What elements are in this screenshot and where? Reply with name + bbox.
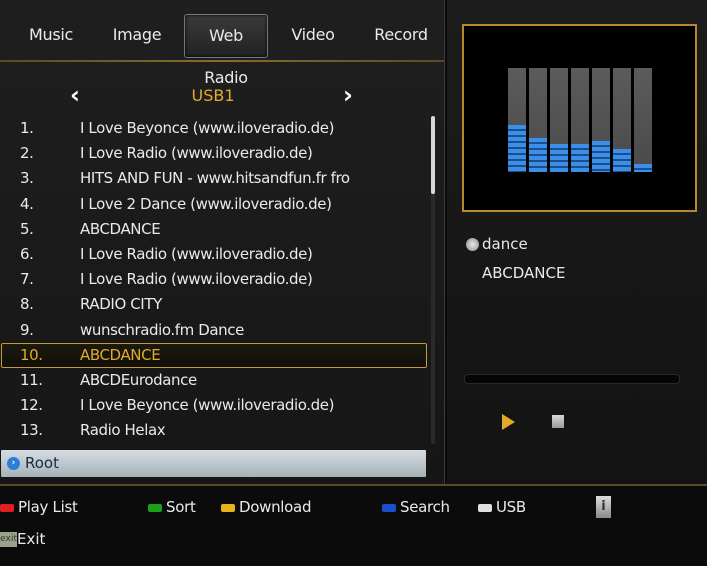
- info-icon[interactable]: i: [596, 496, 611, 518]
- tab-video[interactable]: Video: [280, 14, 346, 56]
- root-folder-bar[interactable]: › Root: [1, 450, 426, 477]
- list-item[interactable]: 5. ABCDANCE: [0, 217, 430, 242]
- list-item[interactable]: 8. RADIO CITY: [0, 292, 430, 317]
- red-key-icon: [0, 504, 14, 512]
- equalizer-bar: [550, 68, 568, 172]
- media-tabs: Music Image Web Radio Video Record: [0, 14, 444, 87]
- chevron-right-icon[interactable]: ›: [343, 80, 353, 110]
- root-label: Root: [25, 454, 59, 472]
- equalizer-bar-level: [508, 125, 526, 172]
- exit-key[interactable]: Exit: [17, 528, 45, 550]
- equalizer-bar: [592, 68, 610, 172]
- green-key-icon: [148, 504, 162, 512]
- tab-web-radio[interactable]: Web Radio: [184, 14, 268, 87]
- spectrum-visualizer: [462, 24, 697, 212]
- station-list: 1. I Love Beyonce (www.iloveradio.de) 2. I…: [0, 116, 430, 443]
- equalizer-bar: [634, 68, 652, 172]
- playback-progress-bar[interactable]: [464, 374, 680, 384]
- circle-arrow-icon: ›: [7, 457, 20, 470]
- blue-key-icon: [382, 504, 396, 512]
- list-item[interactable]: 3. HITS AND FUN - www.hitsandfun.fr fro: [0, 166, 430, 191]
- equalizer-bar-level: [592, 141, 610, 172]
- equalizer-bar-level: [613, 149, 631, 172]
- list-item[interactable]: 1. I Love Beyonce (www.iloveradio.de): [0, 116, 430, 141]
- list-item[interactable]: 7. I Love Radio (www.iloveradio.de): [0, 267, 430, 292]
- equalizer-bar: [529, 68, 547, 172]
- equalizer-bar-level: [550, 144, 568, 172]
- device-label: USB1: [191, 86, 235, 105]
- list-item[interactable]: 6. I Love Radio (www.iloveradio.de): [0, 242, 430, 267]
- list-item[interactable]: 4. I Love 2 Dance (www.iloveradio.de): [0, 192, 430, 217]
- list-item[interactable]: 12. I Love Beyonce (www.iloveradio.de): [0, 393, 430, 418]
- station-name: ABCDANCE: [482, 264, 566, 282]
- stop-icon[interactable]: [552, 415, 564, 428]
- equalizer-bar-level: [571, 144, 589, 172]
- list-item[interactable]: 2. I Love Radio (www.iloveradio.de): [0, 141, 430, 166]
- list-item[interactable]: 9. wunschradio.fm Dance: [0, 318, 430, 343]
- equalizer-bar-level: [529, 138, 547, 172]
- tab-image[interactable]: Image: [104, 14, 170, 56]
- white-key-icon: [478, 504, 492, 512]
- genre-label: dance: [482, 235, 528, 253]
- equalizer-bar-level: [634, 164, 652, 172]
- list-item[interactable]: 13. Radio Helax: [0, 418, 430, 443]
- play-icon[interactable]: [502, 414, 515, 430]
- equalizer-bar: [508, 68, 526, 172]
- tabs-divider: [0, 60, 444, 62]
- device-selector: ‹ USB1 ›: [0, 80, 430, 110]
- equalizer-bar: [571, 68, 589, 172]
- yellow-key-icon: [221, 504, 235, 512]
- exit-key-icon: exit: [0, 532, 17, 547]
- bottom-divider: [0, 484, 707, 486]
- tab-music[interactable]: Music: [16, 14, 86, 56]
- tab-record[interactable]: Record: [366, 14, 436, 56]
- list-item-selected[interactable]: 10. ABCDANCE: [0, 343, 430, 368]
- key-legend: Play List Sort Download Search USB i exi…: [0, 490, 707, 566]
- scrollbar-thumb[interactable]: [431, 116, 435, 194]
- chevron-left-icon[interactable]: ‹: [70, 80, 80, 110]
- list-scrollbar[interactable]: [431, 116, 435, 444]
- list-item[interactable]: 11. ABCDEurodance: [0, 368, 430, 393]
- equalizer-bar: [613, 68, 631, 172]
- genre-dot-icon: [466, 238, 479, 251]
